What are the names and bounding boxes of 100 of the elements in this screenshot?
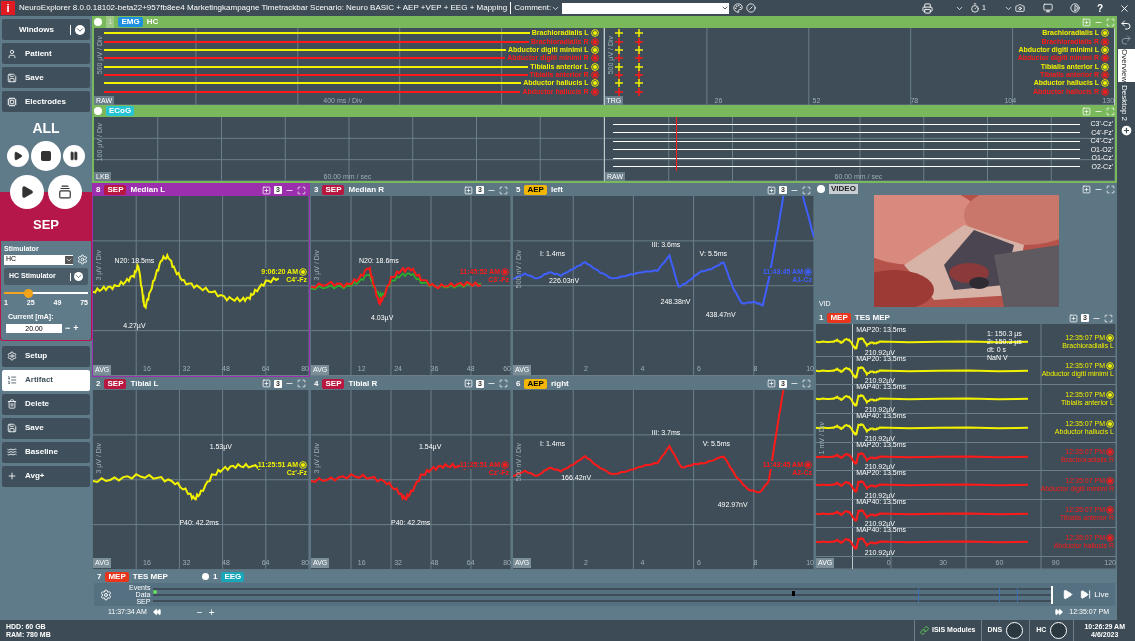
add-icon[interactable] xyxy=(1069,313,1079,323)
plus-icon xyxy=(7,471,17,481)
maximize-icon[interactable] xyxy=(499,379,508,388)
monitor-icon[interactable] xyxy=(1042,3,1053,13)
play-button[interactable] xyxy=(7,145,29,167)
crosshair-icon xyxy=(634,62,643,71)
help-button[interactable]: ? xyxy=(1096,0,1103,16)
increase-button[interactable]: + xyxy=(73,322,79,336)
sidebar-button[interactable]: Electrodes xyxy=(2,91,90,112)
sidebar-button[interactable]: Delete xyxy=(2,393,90,415)
module-tag: VIDEO xyxy=(829,184,858,194)
window-title: left xyxy=(550,184,563,196)
dropdown-icon xyxy=(65,255,73,264)
gear-icon[interactable] xyxy=(100,588,112,601)
play-icon xyxy=(13,151,23,161)
window-number: 3 xyxy=(314,184,319,196)
crosshair-icon xyxy=(634,37,643,46)
window-number: 6 xyxy=(516,377,521,390)
save-icon xyxy=(7,423,17,433)
stop-button[interactable] xyxy=(31,141,61,171)
chip-icon xyxy=(7,96,17,107)
module-tag: AEP xyxy=(524,185,547,195)
zoom-in-button[interactable]: + xyxy=(208,604,215,620)
sidebar-button[interactable]: Save xyxy=(2,67,90,88)
sidebar-button[interactable]: Avg+ xyxy=(2,465,90,487)
rewind-icon[interactable] xyxy=(152,608,161,616)
skip-forward-icon[interactable] xyxy=(1080,589,1092,600)
palette-icon[interactable] xyxy=(733,3,744,13)
sidebar-button[interactable]: Save xyxy=(2,417,90,439)
add-desktop-icon[interactable] xyxy=(1119,124,1133,138)
timer-icon[interactable] xyxy=(970,3,980,13)
sidebar-button[interactable]: Artifact xyxy=(2,369,90,391)
add-icon[interactable] xyxy=(262,379,272,388)
maximize-icon[interactable] xyxy=(1106,184,1115,194)
add-icon[interactable] xyxy=(767,379,777,388)
window-title: HC xyxy=(146,16,159,28)
crosshair-icon xyxy=(634,79,643,88)
add-icon[interactable] xyxy=(767,185,777,195)
window-title: NeuroExplorer 8.0.0.18102-beta22+957fb8ee4 Marketingkampagne Timetrackbar Scenario: Neuro BASIC + AEP +VEP + EEG + Mapping xyxy=(19,2,512,14)
pause-button[interactable] xyxy=(63,145,85,167)
add-icon[interactable] xyxy=(1082,184,1091,194)
app-logo: i xyxy=(1,1,15,15)
window-title: right xyxy=(550,377,569,390)
playhead[interactable] xyxy=(1051,585,1054,604)
contrast-icon[interactable] xyxy=(1069,3,1080,13)
crosshair-icon xyxy=(614,29,623,38)
window-number: 1 xyxy=(212,570,218,583)
slider-thumb[interactable] xyxy=(23,288,33,298)
sidebar-button[interactable]: Patient xyxy=(2,43,90,64)
crosshair-icon xyxy=(614,37,623,46)
maximize-icon[interactable] xyxy=(297,185,306,195)
add-icon[interactable] xyxy=(464,379,474,388)
maximize-icon[interactable] xyxy=(499,185,508,195)
print-icon[interactable] xyxy=(922,2,933,14)
dropdown-icon xyxy=(74,272,83,281)
crosshair-icon xyxy=(614,45,623,54)
add-icon[interactable] xyxy=(1082,106,1091,116)
add-icon[interactable] xyxy=(464,185,474,195)
zoom-out-button[interactable]: − xyxy=(196,604,203,620)
window-number: 8 xyxy=(96,184,101,196)
crosshair-icon xyxy=(634,29,643,38)
window-number: 4 xyxy=(314,377,319,390)
undo-icon[interactable] xyxy=(1120,19,1132,31)
side-tab[interactable]: Overview xyxy=(1117,49,1135,83)
module-tag: MEP xyxy=(105,571,129,582)
event-marker xyxy=(918,587,920,602)
cancel-icon[interactable] xyxy=(746,3,757,13)
sidebar-button[interactable]: Setup xyxy=(2,345,90,367)
fast-forward-icon[interactable] xyxy=(1055,608,1064,616)
play-button[interactable] xyxy=(10,175,44,209)
play-icon[interactable] xyxy=(1062,589,1074,600)
list-icon xyxy=(7,375,17,385)
maximize-icon[interactable] xyxy=(297,379,306,388)
crosshair-icon xyxy=(614,54,623,63)
camera-icon[interactable] xyxy=(1014,3,1025,13)
module-tag: SEP xyxy=(322,185,345,195)
maximize-icon[interactable] xyxy=(1104,313,1113,323)
pause-icon xyxy=(69,151,79,161)
window-title: Tibial L xyxy=(130,377,159,390)
live-button[interactable]: Live xyxy=(1094,588,1109,601)
current-slider[interactable] xyxy=(4,288,88,298)
event-marker xyxy=(999,587,1001,602)
stop-icon xyxy=(40,150,52,162)
window-number: 5 xyxy=(516,184,521,196)
decrease-button[interactable]: − xyxy=(65,322,71,336)
comment-label: Comment: xyxy=(514,2,552,14)
wave-icon xyxy=(7,447,17,457)
gallery-button[interactable] xyxy=(48,175,82,209)
section-label: ALL xyxy=(31,119,61,138)
add-icon[interactable] xyxy=(262,185,272,195)
gear-icon[interactable] xyxy=(77,254,88,265)
comment-field[interactable] xyxy=(562,2,730,14)
add-icon[interactable] xyxy=(1082,17,1091,27)
maximize-icon[interactable] xyxy=(802,185,811,195)
gear-icon xyxy=(7,351,17,361)
sidebar-button[interactable]: Windows xyxy=(2,19,90,40)
crosshair-icon xyxy=(634,45,643,54)
close-icon[interactable] xyxy=(1119,2,1130,14)
sidebar-button[interactable]: Baseline xyxy=(2,441,90,463)
maximize-icon[interactable] xyxy=(802,379,811,388)
